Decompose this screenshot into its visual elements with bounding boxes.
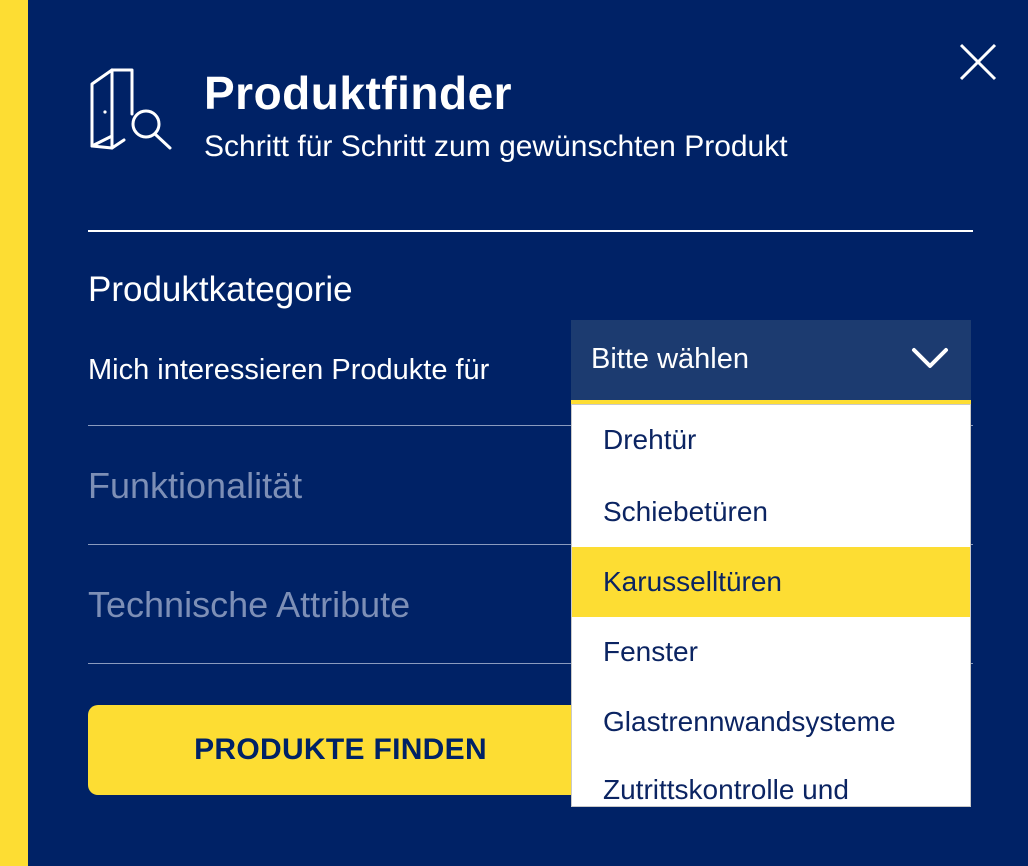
page-title: Produktfinder <box>204 67 513 119</box>
dropdown-option[interactable]: Glastrennwandsysteme <box>572 687 970 757</box>
close-icon <box>959 43 997 81</box>
chevron-down-icon <box>912 348 948 368</box>
dropdown-option[interactable]: Zutrittskontrolle und <box>572 755 970 806</box>
find-products-button[interactable]: PRODUKTE FINDEN <box>88 705 593 795</box>
dropdown-option-highlighted[interactable]: Karusselltüren <box>572 547 970 617</box>
category-select[interactable]: Bitte wählen <box>571 320 971 404</box>
category-section-title: Produktkategorie <box>88 270 353 309</box>
category-dropdown-list[interactable]: Drehtür Schiebetüren Karusselltüren Fens… <box>571 404 971 807</box>
header-divider <box>88 230 973 232</box>
category-field-label: Mich interessieren Produkte für <box>88 354 490 386</box>
page-subtitle: Schritt für Schritt zum gewünschten Prod… <box>204 130 788 163</box>
dropdown-option[interactable]: Fenster <box>572 617 970 687</box>
technical-attributes-section-title[interactable]: Technische Attribute <box>88 584 410 626</box>
door-search-icon <box>88 64 178 156</box>
close-button[interactable] <box>956 40 1000 84</box>
accent-stripe <box>0 0 28 866</box>
category-select-value: Bitte wählen <box>591 343 749 375</box>
functionality-section-title[interactable]: Funktionalität <box>88 465 302 507</box>
dropdown-option[interactable]: Schiebetüren <box>572 477 970 547</box>
product-finder-panel: Produktfinder Schritt für Schritt zum ge… <box>28 0 1028 866</box>
dropdown-option[interactable]: Drehtür <box>572 405 970 475</box>
